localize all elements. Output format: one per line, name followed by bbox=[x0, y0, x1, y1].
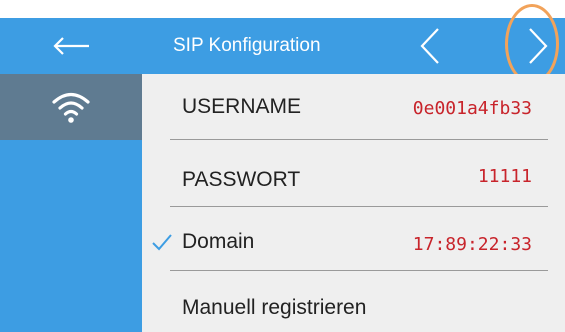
wifi-icon bbox=[52, 92, 90, 123]
header-bar: SIP Konfiguration bbox=[0, 18, 565, 74]
checkmark-icon bbox=[152, 234, 172, 251]
page-title: SIP Konfiguration bbox=[173, 35, 321, 56]
domain-label: Domain bbox=[182, 230, 255, 253]
username-value: 0e001a4fb33 bbox=[412, 98, 532, 119]
sip-configuration-screen: SIP Konfiguration USERNAME 0e001a4fb33 P… bbox=[0, 0, 565, 332]
previous-page-button[interactable] bbox=[405, 18, 455, 74]
password-label: PASSWORT bbox=[182, 168, 301, 191]
manual-register-label: Manuell registrieren bbox=[182, 296, 367, 319]
sidebar bbox=[0, 74, 142, 332]
password-value: 11111 bbox=[477, 166, 532, 187]
username-label: USERNAME bbox=[182, 95, 302, 118]
chevron-left-icon bbox=[420, 28, 439, 64]
back-button[interactable] bbox=[0, 18, 142, 74]
domain-row[interactable]: Domain 17:89:22:33 bbox=[142, 207, 565, 273]
username-row[interactable]: USERNAME 0e001a4fb33 bbox=[142, 74, 565, 140]
manual-register-row[interactable]: Manuell registrieren bbox=[142, 271, 565, 332]
sidebar-item-wifi[interactable] bbox=[0, 74, 142, 140]
domain-value: 17:89:22:33 bbox=[412, 234, 532, 255]
password-row[interactable]: PASSWORT 11111 bbox=[142, 140, 565, 206]
settings-list: USERNAME 0e001a4fb33 PASSWORT 11111 Doma… bbox=[142, 74, 565, 332]
chevron-right-icon bbox=[529, 28, 548, 64]
next-page-button[interactable] bbox=[513, 18, 563, 74]
arrow-left-icon bbox=[53, 37, 89, 55]
